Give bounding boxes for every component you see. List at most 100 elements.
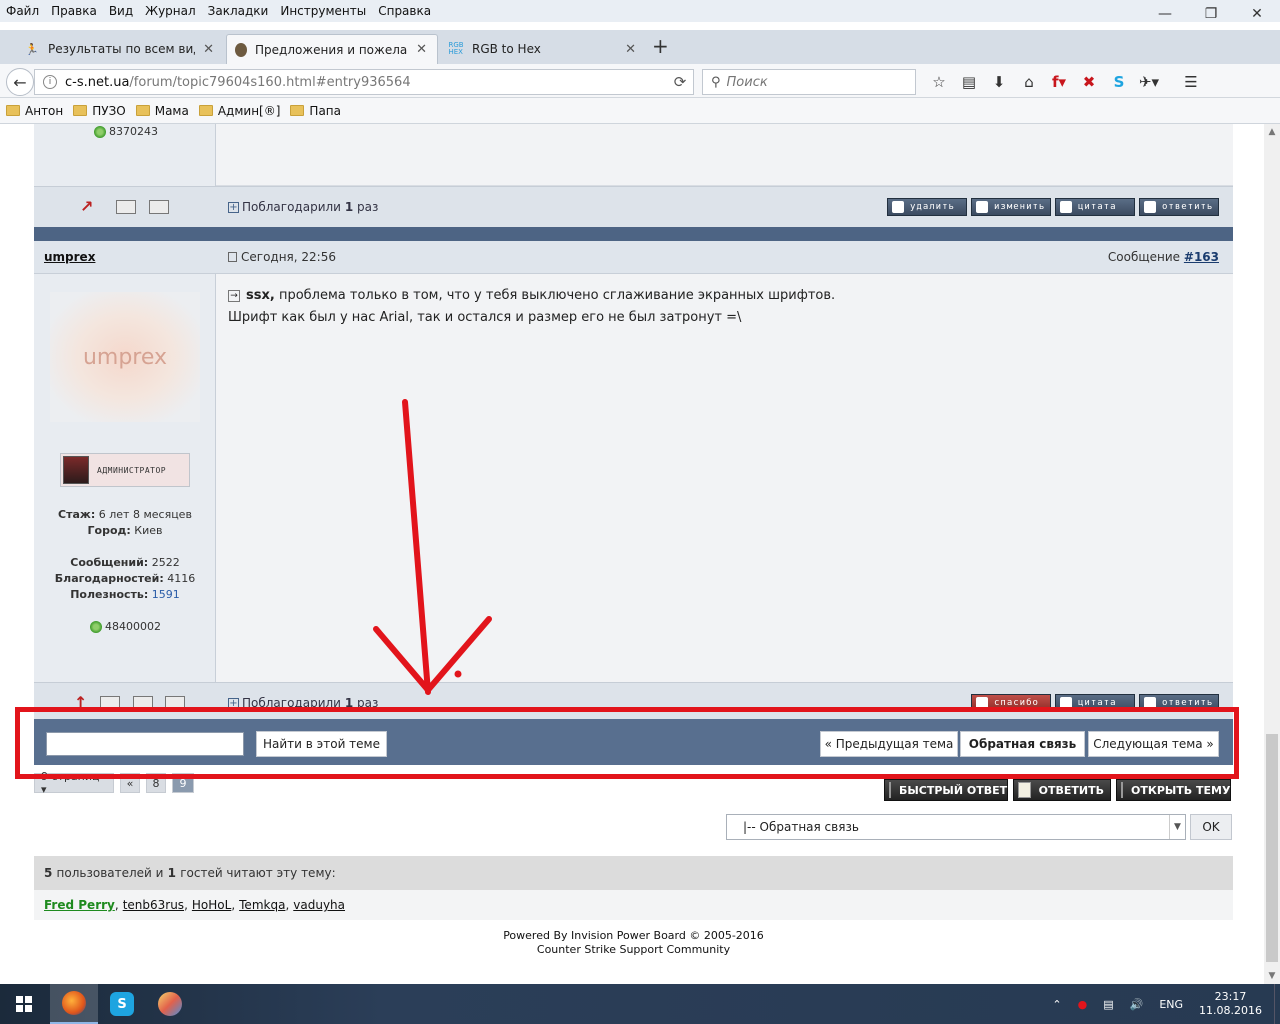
scroll-thumb[interactable] bbox=[1266, 734, 1278, 962]
edit-button[interactable]: изменить bbox=[971, 198, 1051, 216]
system-tray: ⌃ ● ▤ 🔊 ENG 23:17 11.08.2016 bbox=[1044, 984, 1280, 1024]
minimize-button[interactable]: — bbox=[1142, 0, 1188, 28]
bookmark-folder[interactable]: Админ[®] bbox=[198, 104, 280, 118]
post-separator bbox=[34, 227, 1233, 241]
menu-view[interactable]: Вид bbox=[103, 4, 139, 18]
reader-link[interactable]: Fred Perry bbox=[44, 898, 115, 912]
nav-bar: ← i c-s.net.ua/forum/topic79604s160.html… bbox=[0, 64, 1280, 98]
url-host: c-s.net.ua bbox=[65, 74, 130, 90]
bookmark-star-icon[interactable]: ☆ bbox=[924, 69, 954, 95]
reload-icon[interactable]: ⟳ bbox=[667, 73, 693, 91]
expand-icon[interactable]: + bbox=[228, 201, 239, 213]
close-tab-icon[interactable]: ✕ bbox=[203, 42, 214, 57]
extension-icon[interactable]: ✈▾ bbox=[1134, 69, 1164, 95]
post-author[interactable]: umprex bbox=[44, 250, 95, 264]
windows-taskbar: S ⌃ ● ▤ 🔊 ENG 23:17 11.08.2016 bbox=[0, 984, 1280, 1024]
bookmark-folder[interactable]: ПУЗО bbox=[73, 104, 126, 118]
delete-icon bbox=[892, 201, 904, 213]
new-tab-icon[interactable]: + bbox=[652, 34, 669, 58]
info-icon[interactable]: i bbox=[43, 75, 57, 89]
quick-reply-button[interactable]: БЫСТРЫЙ ОТВЕТ bbox=[884, 779, 1008, 801]
taskbar-paint[interactable] bbox=[146, 984, 194, 1024]
firefox-icon bbox=[62, 991, 86, 1015]
reading-list-icon[interactable]: ▤ bbox=[954, 69, 984, 95]
tab-rgb-to-hex[interactable]: RGB HEX RGB to Hex ✕ bbox=[440, 34, 646, 64]
window-controls: — ❐ ✕ bbox=[1142, 0, 1280, 30]
reply-button[interactable]: ответить bbox=[1139, 198, 1219, 216]
menu-help[interactable]: Справка bbox=[372, 4, 437, 18]
post-permalink[interactable]: #163 bbox=[1184, 250, 1219, 264]
new-topic-button[interactable]: ОТКРЫТЬ ТЕМУ bbox=[1116, 779, 1231, 801]
menu-tools[interactable]: Инструменты bbox=[274, 4, 372, 18]
quote-link-icon[interactable]: → bbox=[228, 289, 240, 302]
close-window-button[interactable]: ✕ bbox=[1234, 0, 1280, 28]
bookmark-folder[interactable]: Мама bbox=[135, 104, 189, 118]
red-highlight-frame bbox=[15, 707, 1239, 779]
close-tab-icon[interactable]: ✕ bbox=[625, 42, 636, 57]
paint-icon bbox=[158, 992, 182, 1016]
taskbar-skype[interactable]: S bbox=[98, 984, 146, 1024]
search-bar[interactable]: ⚲ bbox=[702, 69, 916, 95]
skype-icon[interactable]: S bbox=[1104, 69, 1134, 95]
reader-link[interactable]: HoHoL bbox=[192, 898, 231, 912]
menu-history[interactable]: Журнал bbox=[139, 4, 202, 18]
menu-edit[interactable]: Правка bbox=[45, 4, 103, 18]
start-button[interactable] bbox=[0, 984, 48, 1024]
language-indicator[interactable]: ENG bbox=[1159, 998, 1183, 1011]
icq-number[interactable]: 8370243 bbox=[94, 125, 158, 138]
previous-post-body: 8370243 bbox=[34, 124, 1233, 186]
profile-card-icon[interactable] bbox=[149, 200, 169, 214]
group-icon bbox=[63, 456, 89, 484]
network-icon[interactable]: ▤ bbox=[1103, 998, 1113, 1011]
bookmark-folder[interactable]: Антон bbox=[6, 104, 63, 118]
show-desktop[interactable] bbox=[1274, 984, 1280, 1024]
reader-link[interactable]: Temkqa bbox=[239, 898, 285, 912]
tray-app-icon[interactable]: ● bbox=[1078, 998, 1088, 1011]
quote-button[interactable]: цитата bbox=[1055, 198, 1135, 216]
report-icon[interactable] bbox=[116, 200, 136, 214]
volume-icon[interactable]: 🔊 bbox=[1130, 998, 1144, 1011]
delete-button[interactable]: удалить bbox=[887, 198, 967, 216]
chevron-down-icon[interactable]: ▼ bbox=[1169, 815, 1185, 839]
reader-link[interactable]: tenb63rus bbox=[123, 898, 184, 912]
vertical-scrollbar[interactable]: ▲ ▼ bbox=[1264, 124, 1280, 984]
usefulness-link[interactable]: 1591 bbox=[152, 588, 180, 601]
tab-title: Предложения и пожелан... bbox=[255, 42, 408, 57]
folder-icon bbox=[290, 105, 305, 116]
previous-post-actions: ↗ + Поблагодарили 1 раз удалить изменить… bbox=[34, 186, 1233, 228]
back-button[interactable]: ← bbox=[6, 68, 34, 96]
group-badge: администратор bbox=[60, 453, 190, 487]
adblock-icon[interactable]: ✖ bbox=[1074, 69, 1104, 95]
icq-number[interactable]: 48400002 bbox=[90, 620, 161, 633]
readers-heading: 5 пользователей и 1 гостей читают эту те… bbox=[34, 856, 1233, 890]
url-text[interactable]: c-s.net.ua/forum/topic79604s160.html#ent… bbox=[65, 75, 667, 90]
menu-bookmarks[interactable]: Закладки bbox=[202, 4, 275, 18]
search-input[interactable] bbox=[726, 74, 897, 90]
forum-jump-ok-button[interactable]: OK bbox=[1190, 814, 1232, 840]
add-reply-button[interactable]: ОТВЕТИТЬ bbox=[1013, 779, 1111, 801]
taskbar-firefox[interactable] bbox=[50, 984, 98, 1024]
bookmark-folder[interactable]: Папа bbox=[290, 104, 341, 118]
url-bar[interactable]: i c-s.net.ua/forum/topic79604s160.html#e… bbox=[34, 69, 694, 95]
download-icon[interactable]: ⬇ bbox=[984, 69, 1014, 95]
avatar[interactable]: umprex bbox=[50, 292, 200, 422]
toolbar-icons: ☆ ▤ ⬇ ⌂ f▾ ✖ S ✈▾ ☰ bbox=[924, 69, 1206, 95]
scroll-down-icon[interactable]: ▼ bbox=[1264, 968, 1280, 984]
home-icon[interactable]: ⌂ bbox=[1014, 69, 1044, 95]
scroll-top-arrow-icon[interactable]: ↗ bbox=[80, 197, 102, 216]
maximize-button[interactable]: ❐ bbox=[1188, 0, 1234, 28]
hamburger-menu-icon[interactable]: ☰ bbox=[1176, 69, 1206, 95]
clock[interactable]: 23:17 11.08.2016 bbox=[1199, 990, 1262, 1018]
footer-powered-by: Powered By Invision Power Board © 2005-2… bbox=[503, 929, 764, 942]
close-tab-icon[interactable]: ✕ bbox=[416, 42, 427, 57]
search-icon: ⚲ bbox=[711, 74, 721, 90]
scroll-up-icon[interactable]: ▲ bbox=[1264, 124, 1280, 140]
tab-results[interactable]: 🏃 Результаты по всем вида... ✕ bbox=[16, 34, 224, 64]
reader-link[interactable]: vaduyha bbox=[293, 898, 345, 912]
menu-file[interactable]: Файл bbox=[0, 4, 45, 18]
forum-jump-select[interactable]: |-- Обратная связь ▼ bbox=[726, 814, 1186, 840]
flash-icon[interactable]: f▾ bbox=[1044, 69, 1074, 95]
menu-bar: Файл Правка Вид Журнал Закладки Инструме… bbox=[0, 0, 1280, 22]
tab-suggestions[interactable]: Предложения и пожелан... ✕ bbox=[226, 34, 438, 64]
tray-chevron-up-icon[interactable]: ⌃ bbox=[1052, 998, 1061, 1011]
